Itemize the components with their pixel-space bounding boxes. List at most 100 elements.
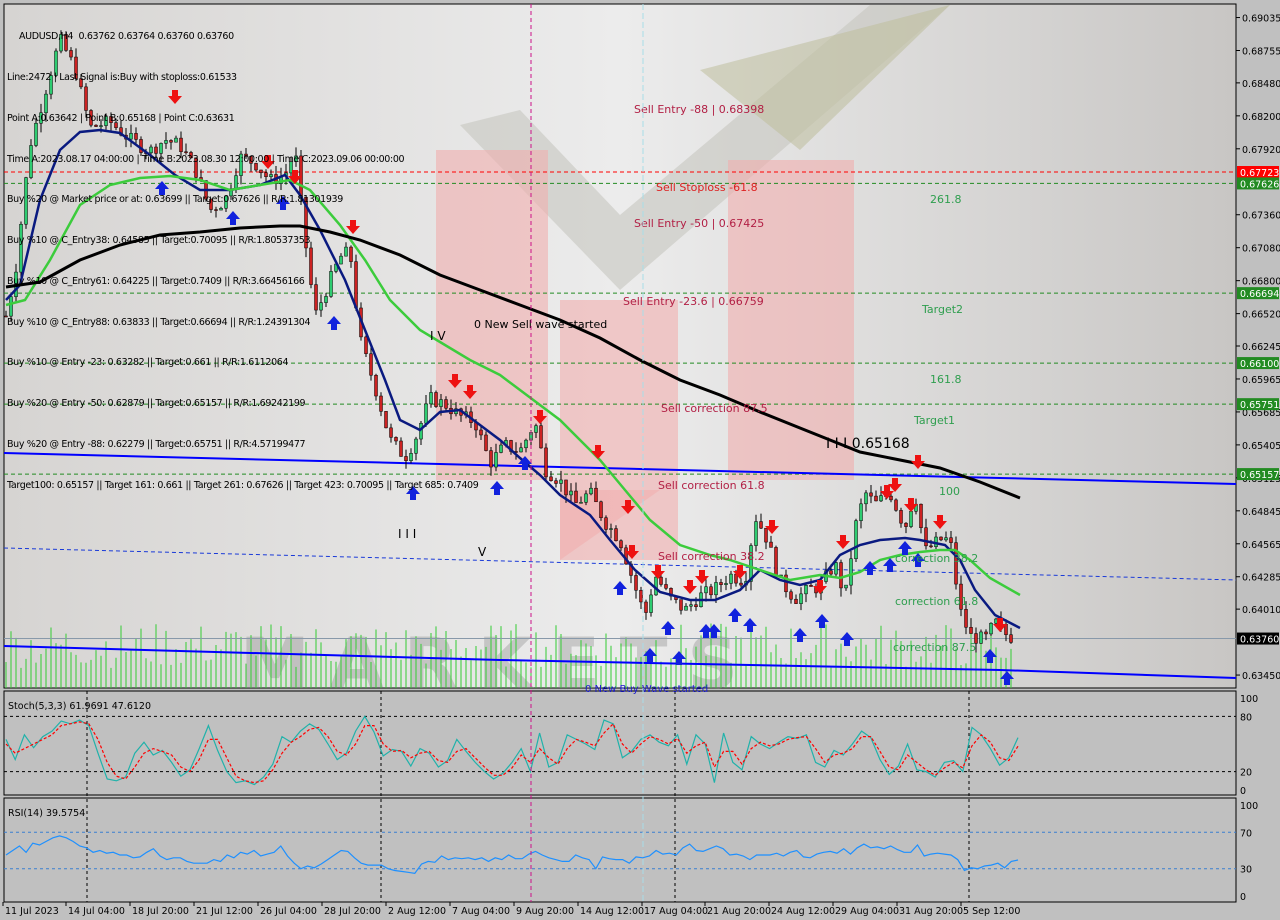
- y-tick-label: 0.64010: [1242, 605, 1280, 616]
- y-tick-label: 0.66800: [1242, 277, 1280, 288]
- candle-bear: [794, 598, 798, 604]
- candle-bear: [484, 434, 488, 451]
- indicator-y-label: 0: [1240, 786, 1246, 797]
- level-label: correction 61.8: [895, 595, 978, 608]
- candle-bear: [984, 631, 988, 635]
- candle-bear: [574, 490, 578, 503]
- candle-bear: [904, 522, 908, 527]
- price-tag-label: 0.65751: [1240, 400, 1279, 411]
- indicator-y-label: 80: [1240, 712, 1252, 723]
- candle-bear: [644, 601, 648, 613]
- candle-bear: [739, 582, 743, 586]
- info-line: Line:2472 | Last Signal is:Buy with stop…: [7, 71, 237, 83]
- x-tick-label: 24 Aug 12:00: [771, 906, 835, 917]
- candle-bear: [969, 627, 973, 634]
- info-panel: AUDUSD,H4 0.63762 0.63764 0.63760 0.6376…: [7, 3, 479, 506]
- candle-bear: [544, 447, 548, 478]
- candle-bear: [769, 541, 773, 548]
- candle-bear: [899, 510, 903, 524]
- candle-bull: [589, 487, 593, 495]
- y-tick-label: 0.68755: [1242, 47, 1280, 58]
- candle-bear: [614, 528, 618, 542]
- candle-bull: [704, 586, 708, 594]
- stoch-title: Stoch(5,3,3) 61.9691 47.6120: [8, 701, 151, 712]
- candle-bear: [949, 537, 953, 543]
- y-tick-label: 0.66245: [1242, 342, 1280, 353]
- level-label: Sell Entry -23.6 | 0.66759: [623, 295, 764, 308]
- y-tick-label: 0.69035: [1242, 14, 1280, 25]
- price-tag-label: 0.67723: [1240, 168, 1279, 179]
- indicator-y-label: 0: [1240, 892, 1246, 903]
- info-line: Buy %20 @ Market price or at: 0.63699 ||…: [7, 194, 343, 206]
- level-label: correction 87.5: [893, 641, 976, 654]
- candle-bear: [564, 479, 568, 496]
- candle-bear: [539, 425, 543, 449]
- info-line: Buy %20 @ Entry -88: 0.62279 || Target:0…: [7, 439, 306, 450]
- wave-label: 0 New Buy Wave started: [585, 684, 708, 695]
- candle-bull: [859, 503, 863, 521]
- level-label: Sell Stoploss -61.8: [656, 181, 758, 194]
- indicator-y-label: 100: [1240, 801, 1258, 812]
- candle-bear: [604, 517, 608, 530]
- candle-bull: [729, 573, 733, 584]
- level-label: Sell Entry -50 | 0.67425: [634, 217, 764, 230]
- candle-bear: [964, 609, 968, 628]
- info-line: Target100: 0.65157 || Target 161: 0.661 …: [7, 479, 479, 491]
- candle-bull: [909, 511, 913, 527]
- x-tick-label: 14 Aug 12:00: [580, 906, 644, 917]
- x-tick-label: 31 Aug 20:00: [899, 906, 963, 917]
- candle-bear: [829, 570, 833, 575]
- y-tick-label: 0.67080: [1242, 244, 1280, 255]
- price-tag-label: 0.65157: [1240, 470, 1279, 481]
- candle-bull: [609, 528, 613, 530]
- candle-bear: [759, 521, 763, 529]
- candle-bull: [989, 622, 993, 635]
- x-tick-label: 7 Aug 04:00: [452, 906, 510, 917]
- candle-bear: [664, 584, 668, 589]
- candle-bull: [714, 582, 718, 596]
- y-tick-label: 0.67920: [1242, 145, 1280, 156]
- candle-bull: [724, 583, 728, 585]
- candle-bull: [689, 604, 693, 607]
- info-line: Buy %10 @ C_Entry38: 0.64585 || Target:0…: [7, 235, 311, 247]
- candle-bull: [754, 521, 758, 546]
- candle-bear: [679, 599, 683, 611]
- level-label: Sell correction 87.5: [661, 402, 768, 415]
- candle-bull: [569, 490, 573, 496]
- y-tick-label: 0.68200: [1242, 112, 1280, 123]
- candle-bear: [594, 487, 598, 503]
- candle-bear: [554, 480, 558, 484]
- stoch-panel-bg: [3, 690, 1237, 796]
- candle-bear: [869, 492, 873, 497]
- rsi-panel-bg: [3, 797, 1237, 903]
- y-tick-label: 0.64285: [1242, 573, 1280, 584]
- candle-bull: [579, 502, 583, 504]
- candle-bull: [649, 594, 653, 613]
- info-line: Buy %20 @ Entry -50: 0.62879 || Target:0…: [7, 398, 306, 410]
- indicator-y-label: 20: [1240, 768, 1252, 779]
- candle-bull: [499, 444, 503, 453]
- indicator-y-label: 70: [1240, 828, 1252, 839]
- x-tick-label: 18 Jul 20:00: [132, 906, 189, 917]
- level-label: Target1: [913, 414, 955, 427]
- y-tick-label: 0.65965: [1242, 375, 1280, 386]
- x-tick-label: 17 Aug 04:00: [644, 906, 708, 917]
- candle-bull: [684, 605, 688, 611]
- candle-bear: [919, 503, 923, 528]
- symbol-ohlc: AUDUSD,H4 0.63762 0.63764 0.63760 0.6376…: [19, 31, 234, 43]
- level-label: 261.8: [930, 193, 962, 206]
- candle-bear: [709, 586, 713, 596]
- x-tick-label: 21 Jul 12:00: [196, 906, 253, 917]
- candle-bull: [944, 537, 948, 541]
- price-tag-label: 0.63760: [1240, 635, 1279, 646]
- wave-label: I I I: [398, 527, 416, 541]
- candle-bear: [874, 495, 878, 502]
- candle-bear: [489, 450, 493, 468]
- candle-bear: [599, 501, 603, 519]
- candle-bear: [924, 527, 928, 547]
- x-tick-label: 9 Aug 20:00: [516, 906, 574, 917]
- candle-bear: [774, 547, 778, 576]
- x-tick-label: 29 Aug 04:00: [835, 906, 899, 917]
- level-label: Sell correction 61.8: [658, 479, 765, 492]
- candle-bull: [584, 493, 588, 503]
